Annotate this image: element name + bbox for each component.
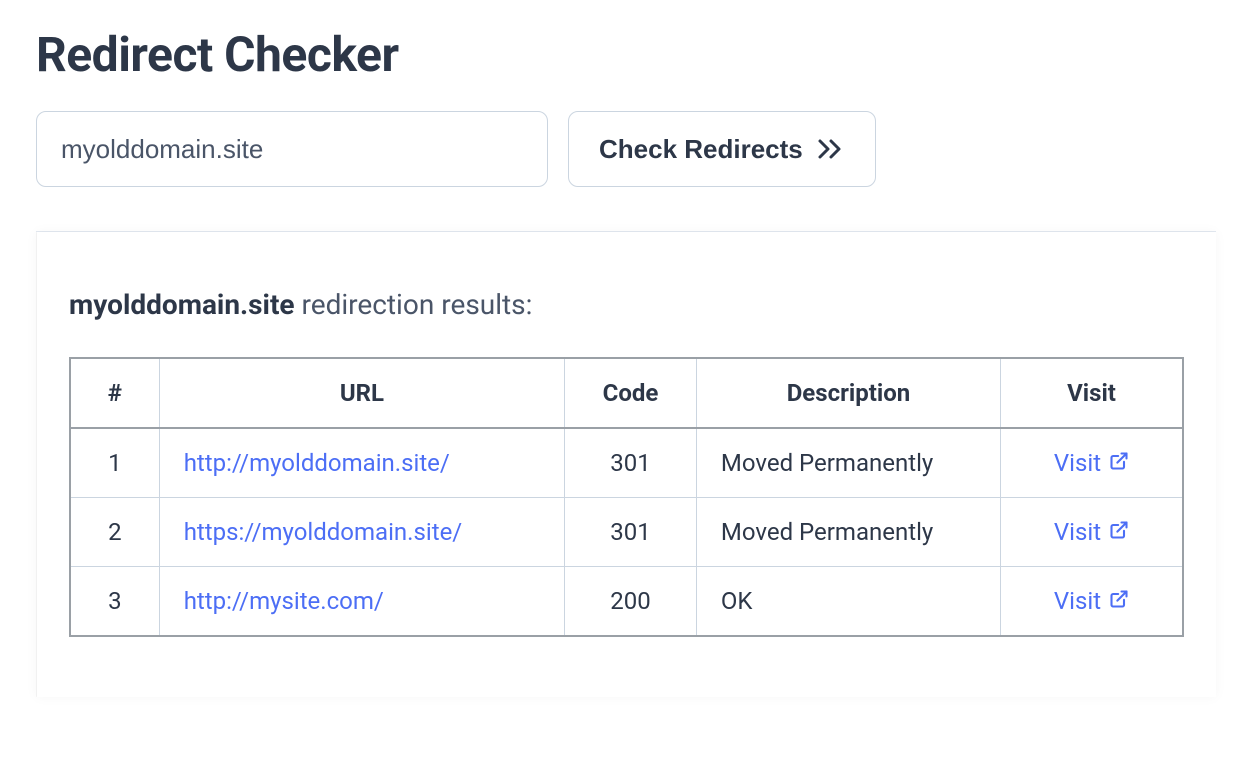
redirect-url-link[interactable]: http://mysite.com/ [184,587,384,615]
col-header-description: Description [696,358,1000,428]
status-description: OK [696,567,1000,637]
external-link-icon [1109,587,1129,615]
visit-label: Visit [1054,449,1101,477]
results-heading-suffix: redirection results: [295,288,533,321]
status-description: Moved Permanently [696,428,1000,498]
table-row: 2 https://myolddomain.site/ 301 Moved Pe… [70,498,1183,567]
status-code: 301 [565,428,697,498]
results-table: # URL Code Description Visit 1 http://my… [69,357,1184,637]
status-description: Moved Permanently [696,498,1000,567]
results-heading: myolddomain.site redirection results: [69,288,1184,321]
section-divider: myolddomain.site redirection results: # … [36,231,1216,697]
results-table-body: 1 http://myolddomain.site/ 301 Moved Per… [70,428,1183,636]
visit-link[interactable]: Visit [1054,449,1129,477]
col-header-num: # [70,358,159,428]
col-header-visit: Visit [1001,358,1184,428]
visit-label: Visit [1054,587,1101,615]
status-code: 200 [565,567,697,637]
domain-input[interactable] [36,111,548,187]
double-chevron-right-icon [817,137,845,161]
controls-row: Check Redirects [36,111,1216,187]
col-header-url: URL [159,358,564,428]
table-header-row: # URL Code Description Visit [70,358,1183,428]
check-redirects-button[interactable]: Check Redirects [568,111,876,187]
col-header-code: Code [565,358,697,428]
visit-label: Visit [1054,518,1101,546]
table-row: 3 http://mysite.com/ 200 OK Visit [70,567,1183,637]
results-heading-domain: myolddomain.site [69,288,295,321]
check-redirects-label: Check Redirects [599,134,803,165]
external-link-icon [1109,449,1129,477]
table-row: 1 http://myolddomain.site/ 301 Moved Per… [70,428,1183,498]
visit-link[interactable]: Visit [1054,587,1129,615]
redirect-url-link[interactable]: http://myolddomain.site/ [184,449,450,477]
row-number: 1 [70,428,159,498]
status-code: 301 [565,498,697,567]
row-number: 3 [70,567,159,637]
visit-link[interactable]: Visit [1054,518,1129,546]
external-link-icon [1109,518,1129,546]
redirect-url-link[interactable]: https://myolddomain.site/ [184,518,463,546]
page-title: Redirect Checker [36,26,1216,83]
results-card: myolddomain.site redirection results: # … [36,232,1216,697]
row-number: 2 [70,498,159,567]
